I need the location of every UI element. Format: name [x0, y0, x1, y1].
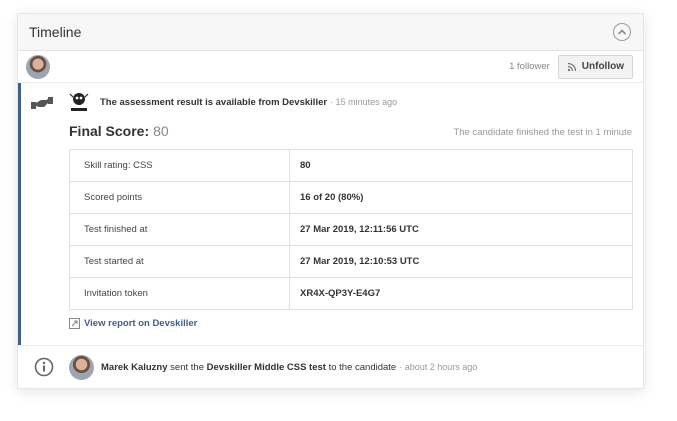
row-key: Scored points — [69, 181, 290, 214]
event-body: The assessment result is available from … — [69, 83, 633, 329]
table-row: Skill rating: CSS 80 — [69, 149, 633, 182]
row-value: 27 Mar 2019, 12:11:56 UTC — [289, 213, 633, 246]
test-name: Devskiller Middle CSS test — [206, 361, 326, 373]
event-headline: The assessment result is available from … — [69, 87, 632, 117]
finished-note: The candidate finished the test in 1 min… — [453, 126, 632, 138]
row-key: Test started at — [69, 245, 290, 278]
final-score-value: 80 — [153, 123, 169, 139]
devskiller-logo — [69, 91, 89, 113]
event-gutter — [18, 357, 69, 377]
follow-controls: 1 follower Unfollow — [509, 54, 633, 79]
event-accent-bar — [18, 83, 21, 345]
row-key: Skill rating: CSS — [69, 149, 290, 182]
timeline-card: Timeline 1 follower Unfollow The assessm… — [17, 13, 644, 389]
final-score-label: Final Score: — [69, 123, 150, 139]
timeline-event-assessment: The assessment result is available from … — [18, 83, 643, 346]
view-report-link[interactable]: View report on Devskiller — [69, 318, 632, 329]
sent-verb: sent the — [167, 361, 207, 373]
unfollow-label: Unfollow — [581, 61, 624, 72]
row-value: 16 of 20 (80%) — [289, 181, 633, 214]
info-icon — [34, 357, 53, 377]
collapse-button[interactable] — [613, 23, 631, 41]
table-row: Invitation token XR4X-QP3Y-E4G7 — [69, 277, 633, 310]
timeline-title: Timeline — [29, 24, 82, 40]
table-row: Test started at 27 Mar 2019, 12:10:53 UT… — [69, 245, 633, 278]
final-score: Final Score: 80 — [69, 123, 169, 141]
row-key: Test finished at — [69, 213, 290, 246]
row-key: Invitation token — [69, 277, 290, 310]
event-message: The assessment result is available from … — [100, 96, 328, 108]
table-row: Test finished at 27 Mar 2019, 12:11:56 U… — [69, 213, 633, 246]
avatar — [69, 354, 94, 380]
sent-timestamp: · about 2 hours ago — [399, 362, 478, 372]
result-details-table: Skill rating: CSS 80 Scored points 16 of… — [69, 149, 633, 310]
timeline-event-sent: Marek Kaluzny sent the Devskiller Middle… — [18, 346, 643, 388]
handshake-icon — [31, 96, 53, 115]
rss-icon — [567, 62, 576, 71]
table-row: Scored points 16 of 20 (80%) — [69, 181, 633, 214]
follow-bar: 1 follower Unfollow — [18, 51, 643, 83]
view-report-label: View report on Devskiller — [84, 318, 198, 329]
row-value: XR4X-QP3Y-E4G7 — [289, 277, 633, 310]
chevron-up-icon — [617, 29, 627, 35]
sent-suffix: to the candidate — [325, 361, 397, 373]
followers-count: 1 follower — [509, 61, 550, 72]
avatar — [26, 54, 50, 79]
timeline-header: Timeline — [18, 14, 643, 51]
row-value: 27 Mar 2019, 12:10:53 UTC — [289, 245, 633, 278]
score-line: Final Score: 80 The candidate finished th… — [69, 121, 632, 143]
external-link-icon — [69, 318, 80, 329]
unfollow-button[interactable]: Unfollow — [557, 54, 633, 79]
actor-name: Marek Kaluzny — [101, 361, 168, 373]
row-value: 80 — [289, 149, 633, 182]
sent-message: Marek Kaluzny sent the Devskiller Middle… — [101, 362, 396, 373]
event-timestamp: · 15 minutes ago — [330, 97, 398, 107]
